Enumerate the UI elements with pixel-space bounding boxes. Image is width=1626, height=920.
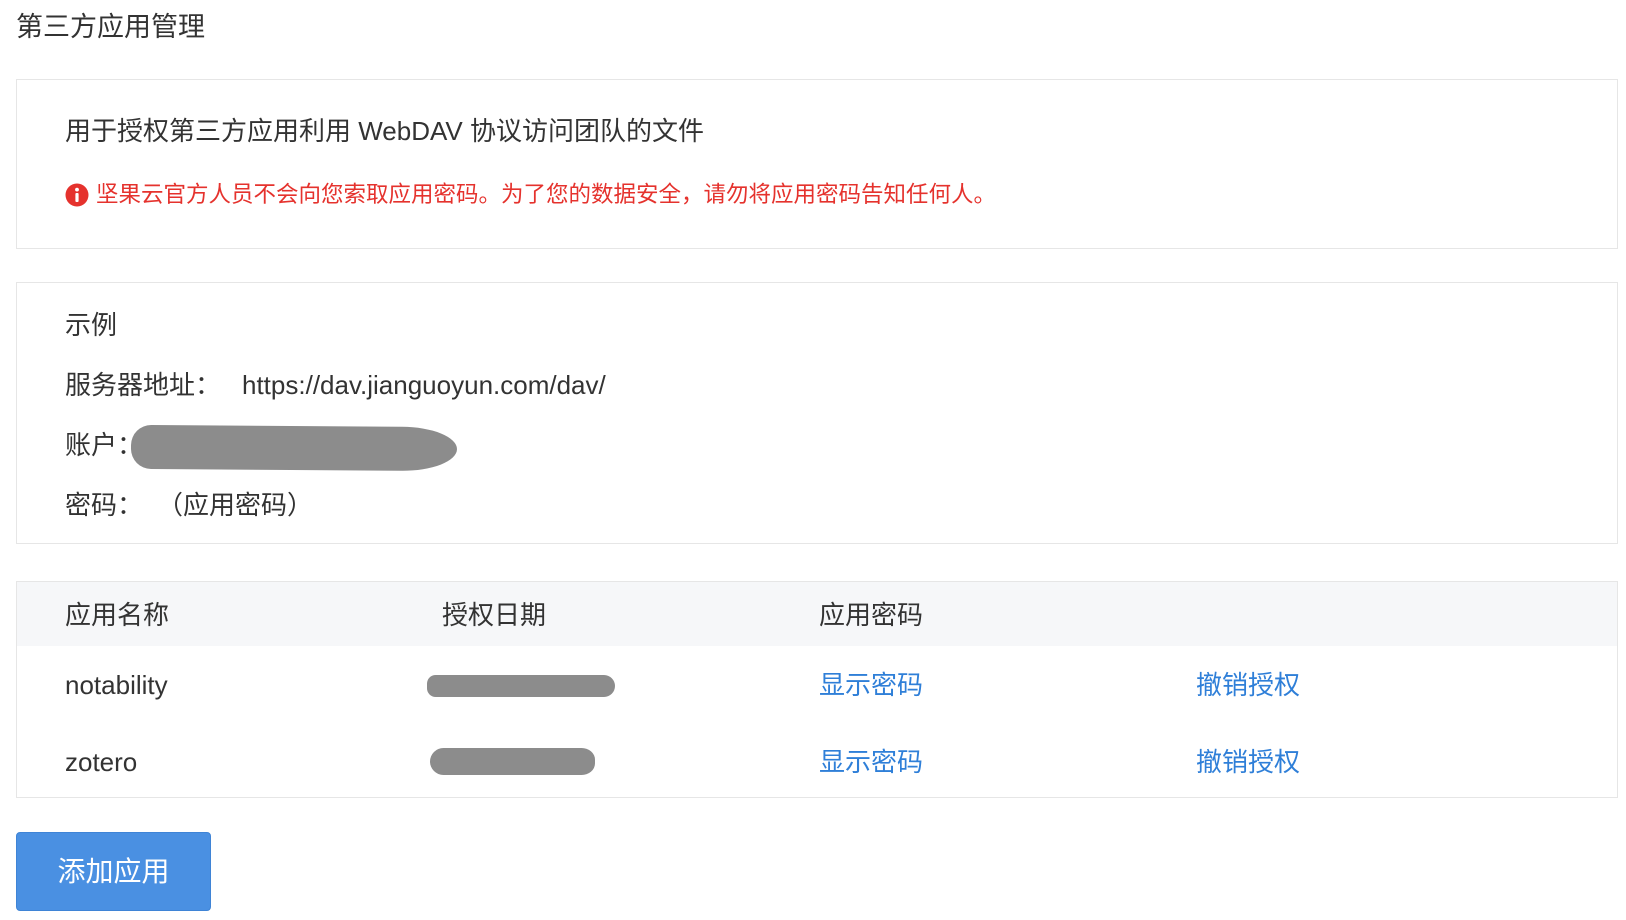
server-address-value: https://dav.jianguoyun.com/dav/ [242, 370, 606, 400]
example-panel: 示例 服务器地址： https://dav.jianguoyun.com/dav… [16, 282, 1618, 544]
show-password-link[interactable]: 显示密码 [819, 746, 923, 778]
column-header-app-password: 应用密码 [819, 600, 924, 630]
example-title: 示例 [65, 310, 118, 340]
server-address-label: 服务器地址： [65, 370, 222, 400]
redacted-account-value [130, 424, 458, 472]
password-value: （应用密码） [157, 490, 314, 520]
redacted-auth-date [427, 675, 615, 697]
security-warning: 坚果云官方人员不会向您索取应用密码。为了您的数据安全，请勿将应用密码告知任何人。 [65, 181, 996, 209]
app-name: zotero [65, 747, 138, 777]
column-header-app-name: 应用名称 [65, 600, 170, 630]
add-app-button[interactable]: 添加应用 [16, 832, 211, 911]
warning-text: 坚果云官方人员不会向您索取应用密码。为了您的数据安全，请勿将应用密码告知任何人。 [96, 182, 997, 207]
authorized-apps-table: 应用名称 授权日期 应用密码 notability 显示密码 撤销授权 zote… [16, 581, 1618, 798]
redacted-auth-date [430, 748, 595, 775]
revoke-authorization-link[interactable]: 撤销授权 [1196, 669, 1300, 701]
info-icon [65, 183, 89, 207]
table-header [17, 582, 1617, 646]
page-title: 第三方应用管理 [16, 12, 205, 42]
show-password-link[interactable]: 显示密码 [819, 669, 923, 701]
revoke-authorization-link[interactable]: 撤销授权 [1196, 746, 1300, 778]
password-label: 密码： [65, 490, 144, 520]
intro-description: 用于授权第三方应用利用 WebDAV 协议访问团队的文件 [65, 116, 704, 146]
column-header-auth-date: 授权日期 [442, 600, 547, 630]
intro-panel: 用于授权第三方应用利用 WebDAV 协议访问团队的文件 坚果云官方人员不会向您… [16, 79, 1618, 249]
app-name: notability [65, 670, 168, 700]
